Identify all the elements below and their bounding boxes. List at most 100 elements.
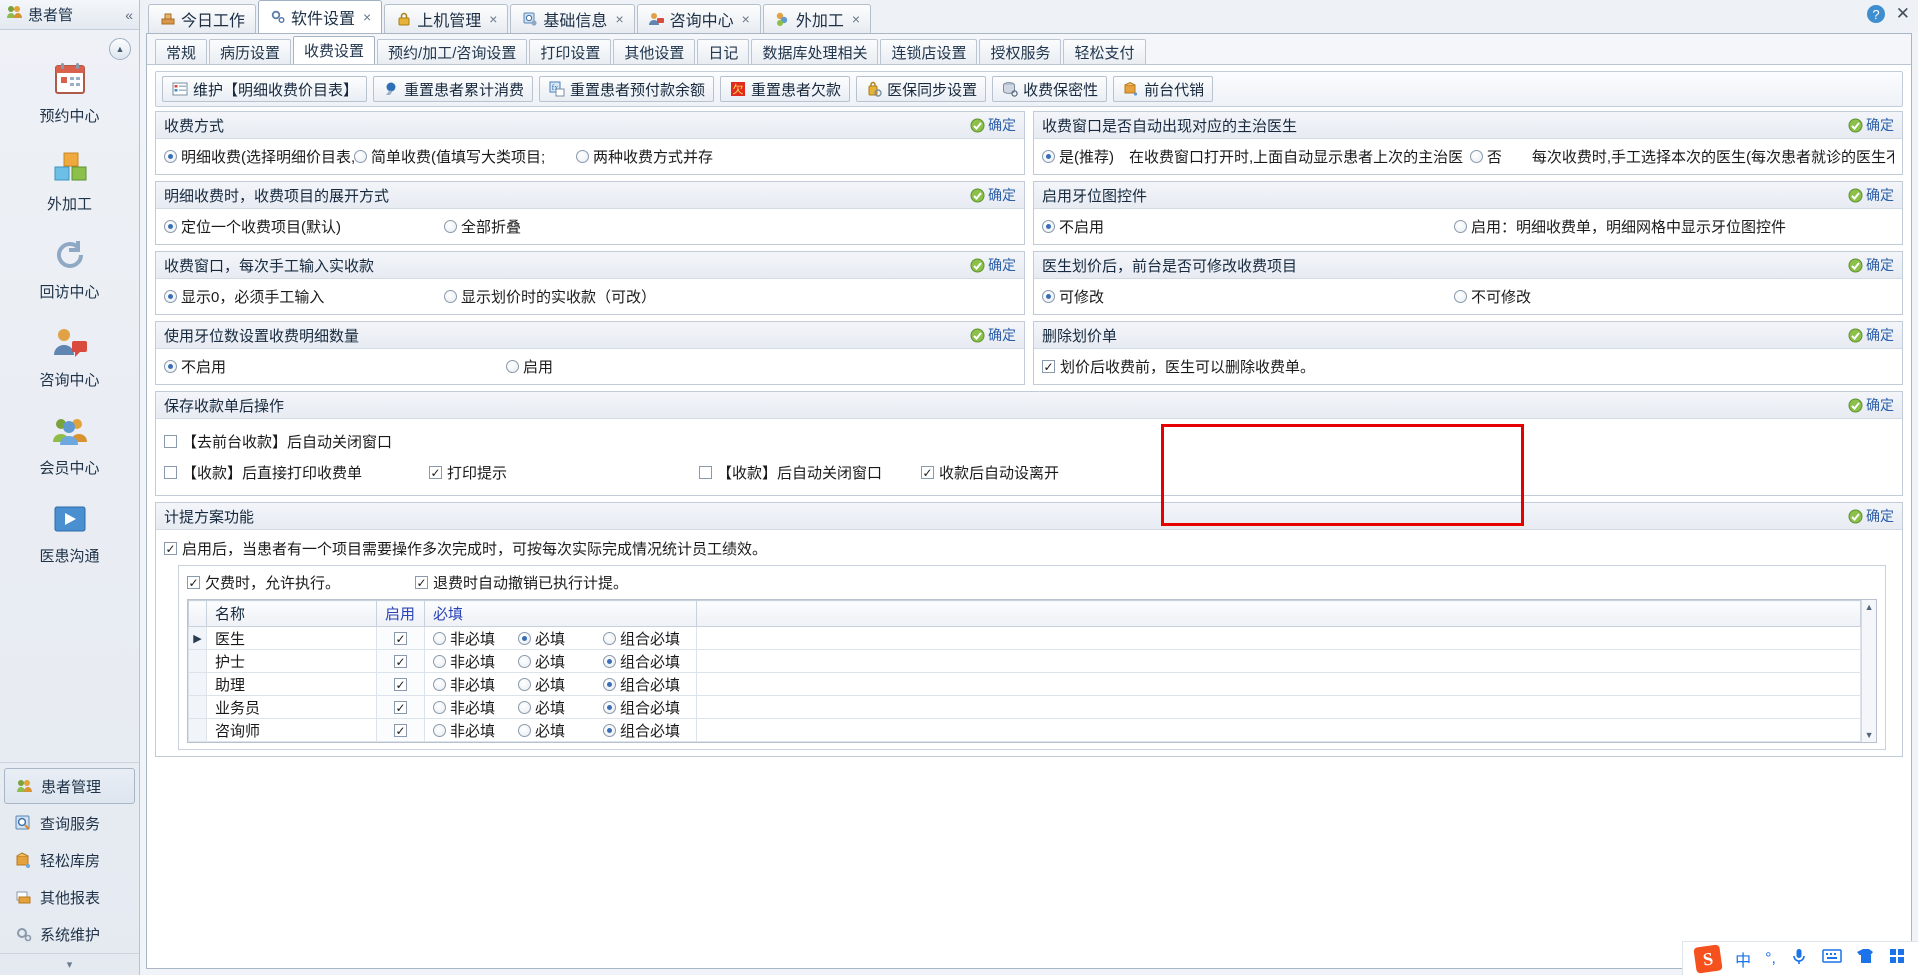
reset-patient-consumption-button[interactable]: 重置患者累计消费 [373,76,534,102]
radio-combo-required[interactable]: 组合必填 [603,697,688,718]
window-tab-machine-management[interactable]: 上机管理 × [384,4,509,33]
sidebar-item-member[interactable]: 会员中心 [0,398,139,486]
skin-icon[interactable] [1856,947,1874,970]
reset-prepaid-balance-button[interactable]: fx 重置患者预付款余额 [539,76,715,102]
confirm-button[interactable]: 确定 [1848,325,1894,345]
radio-required[interactable]: 必填 [518,720,603,741]
table-row[interactable]: 护士 ✓ 非必填 必填 组合必填 [188,649,1862,673]
charge-confidentiality-button[interactable]: 收费保密性 [992,76,1108,102]
tab-diary[interactable]: 日记 [697,39,750,64]
checkbox-allow-delete-order[interactable]: ✓ 划价后收费前，医生可以删除收费单。 [1042,356,1315,377]
mic-icon[interactable] [1790,947,1808,970]
radio-show-zero[interactable]: 显示0，必须手工输入 [164,286,444,307]
confirm-button[interactable]: 确定 [1848,115,1894,135]
tab-chain-store[interactable]: 连锁店设置 [880,39,978,64]
close-tab-icon[interactable]: × [615,11,623,27]
radio-combo-required[interactable]: 组合必填 [603,628,688,649]
reset-patient-debt-button[interactable]: 欠 重置患者欠款 [720,76,851,102]
tab-easy-pay[interactable]: 轻松支付 [1063,39,1146,64]
ime-mode-chinese[interactable]: 中 [1735,947,1751,971]
tab-general[interactable]: 常规 [155,39,208,64]
tab-charge-settings[interactable]: 收费设置 [293,36,376,64]
table-row[interactable]: 咨询师 ✓ 非必填 必填 组合必填 [188,718,1862,742]
insurance-sync-settings-button[interactable]: 医保同步设置 [856,76,987,102]
close-tab-icon[interactable]: × [363,9,371,25]
checkbox-enable-commission[interactable]: ✓ 启用后，当患者有一个项目需要操作多次完成时，可按每次实际完成情况统计员工绩效。 [164,538,767,559]
tab-appointment-settings[interactable]: 预约/加工/咨询设置 [377,39,528,64]
scroll-up-button[interactable]: ▲ [109,38,131,60]
radio-collapse-all[interactable]: 全部折叠 [444,216,521,237]
checkbox-print-prompt[interactable]: ✓ 打印提示 [429,462,699,483]
radio-combo-required[interactable]: 组合必填 [603,674,688,695]
radio-tooth-count-off[interactable]: 不启用 [164,356,506,377]
checkbox-auto-revoke-on-refund[interactable]: ✓ 退费时自动撤销已执行计提。 [415,572,628,593]
window-tab-today[interactable]: 今日工作 [148,4,257,33]
keyboard-icon[interactable] [1822,947,1842,970]
window-tab-basic-info[interactable]: 基础信息 × [510,4,635,33]
radio-locate-one-item[interactable]: 定位一个收费项目(默认) [164,216,444,237]
checkbox-allow-when-owing[interactable]: ✓ 欠费时，允许执行。 [187,572,415,593]
front-desk-consignment-button[interactable]: 前台代销 [1113,76,1214,102]
radio-simple-charge[interactable]: 简单收费(值填写大类项目; [354,146,576,167]
radio-required[interactable]: 必填 [518,651,603,672]
radio-modifiable[interactable]: 可修改 [1042,286,1454,307]
radio-required[interactable]: 必填 [518,674,603,695]
sogou-logo-icon[interactable]: S [1693,943,1723,974]
confirm-button[interactable]: 确定 [970,185,1016,205]
window-tab-outwork[interactable]: 外加工 × [762,4,872,33]
confirm-button[interactable]: 确定 [970,255,1016,275]
maintain-price-list-button[interactable]: 维护【明细收费价目表】 [162,76,368,102]
confirm-button[interactable]: 确定 [970,115,1016,135]
radio-auto-doctor-yes[interactable]: 是(推荐) 在收费窗口打开时,上面自动显示患者上次的主治医 [1042,146,1470,167]
tab-database[interactable]: 数据库处理相关 [751,39,879,64]
sidebar-item-query-service[interactable]: 查询服务 [4,805,135,841]
radio-not-required[interactable]: 非必填 [433,628,518,649]
radio-tooth-on[interactable]: 启用：明细收费单，明细网格中显示牙位图控件 [1454,216,1786,237]
tab-print-settings[interactable]: 打印设置 [529,39,612,64]
sidebar-item-patient-management[interactable]: 患者管理 [4,768,135,804]
collapse-sidebar-icon[interactable]: « [125,7,133,23]
radio-not-required[interactable]: 非必填 [433,697,518,718]
sidebar-item-communication[interactable]: 医患沟通 [0,486,139,574]
radio-required[interactable]: 必填 [518,697,603,718]
cell-enabled[interactable]: ✓ [376,718,425,742]
sidebar-item-warehouse[interactable]: 轻松库房 [4,842,135,878]
radio-tooth-off[interactable]: 不启用 [1042,216,1454,237]
cell-enabled[interactable]: ✓ [376,626,425,650]
confirm-button[interactable]: 确定 [1848,255,1894,275]
scroll-up-icon[interactable]: ▲ [1865,602,1874,612]
confirm-button[interactable]: 确定 [970,325,1016,345]
checkbox-print-after-payment[interactable]: 【收款】后直接打印收费单 [164,462,429,483]
radio-detail-charge[interactable]: 明细收费(选择明细价目表, [164,146,354,167]
tab-other-settings[interactable]: 其他设置 [613,39,696,64]
window-tab-consult-center[interactable]: 咨询中心 × [636,4,761,33]
checkbox-close-after-payment[interactable]: 【收款】后自动关闭窗口 [699,462,921,483]
cell-enabled[interactable]: ✓ [376,672,425,696]
sidebar-item-followup[interactable]: 回访中心 [0,222,139,310]
confirm-button[interactable]: 确定 [1848,395,1894,415]
radio-required[interactable]: 必填 [518,628,603,649]
table-vertical-scrollbar[interactable]: ▲ ▼ [1861,600,1876,742]
radio-show-actual[interactable]: 显示划价时的实收款（可改） [444,286,656,307]
window-tab-software-settings[interactable]: 软件设置 × [258,0,383,33]
sidebar-scroll-down-button[interactable]: ▾ [0,953,139,975]
checkbox-auto-leave-after-payment[interactable]: ✓ 收款后自动设离开 [921,462,1059,483]
radio-not-required[interactable]: 非必填 [433,720,518,741]
sidebar-item-other-reports[interactable]: 其他报表 [4,879,135,915]
radio-tooth-count-on[interactable]: 启用 [506,356,553,377]
scroll-down-icon[interactable]: ▼ [1865,730,1874,740]
radio-combo-required[interactable]: 组合必填 [603,651,688,672]
close-tab-icon[interactable]: × [852,11,860,27]
table-row[interactable]: ▶ 医生 ✓ 非必填 必填 组合必填 [188,626,1862,650]
tab-medical-record[interactable]: 病历设置 [209,39,292,64]
radio-both-charge[interactable]: 两种收费方式并存 [576,146,713,167]
cell-enabled[interactable]: ✓ [376,649,425,673]
confirm-button[interactable]: 确定 [1848,506,1894,526]
radio-combo-required[interactable]: 组合必填 [603,720,688,741]
ime-punctuation[interactable]: °, [1765,950,1776,968]
table-row[interactable]: 助理 ✓ 非必填 必填 组合必填 [188,672,1862,696]
close-window-icon[interactable]: ✕ [1896,4,1910,24]
sidebar-item-system-maintenance[interactable]: 系统维护 [4,916,135,952]
radio-auto-doctor-no[interactable]: 否 每次收费时,手工选择本次的医生(每次患者就诊的医生不 [1469,146,1894,167]
close-tab-icon[interactable]: × [489,11,497,27]
